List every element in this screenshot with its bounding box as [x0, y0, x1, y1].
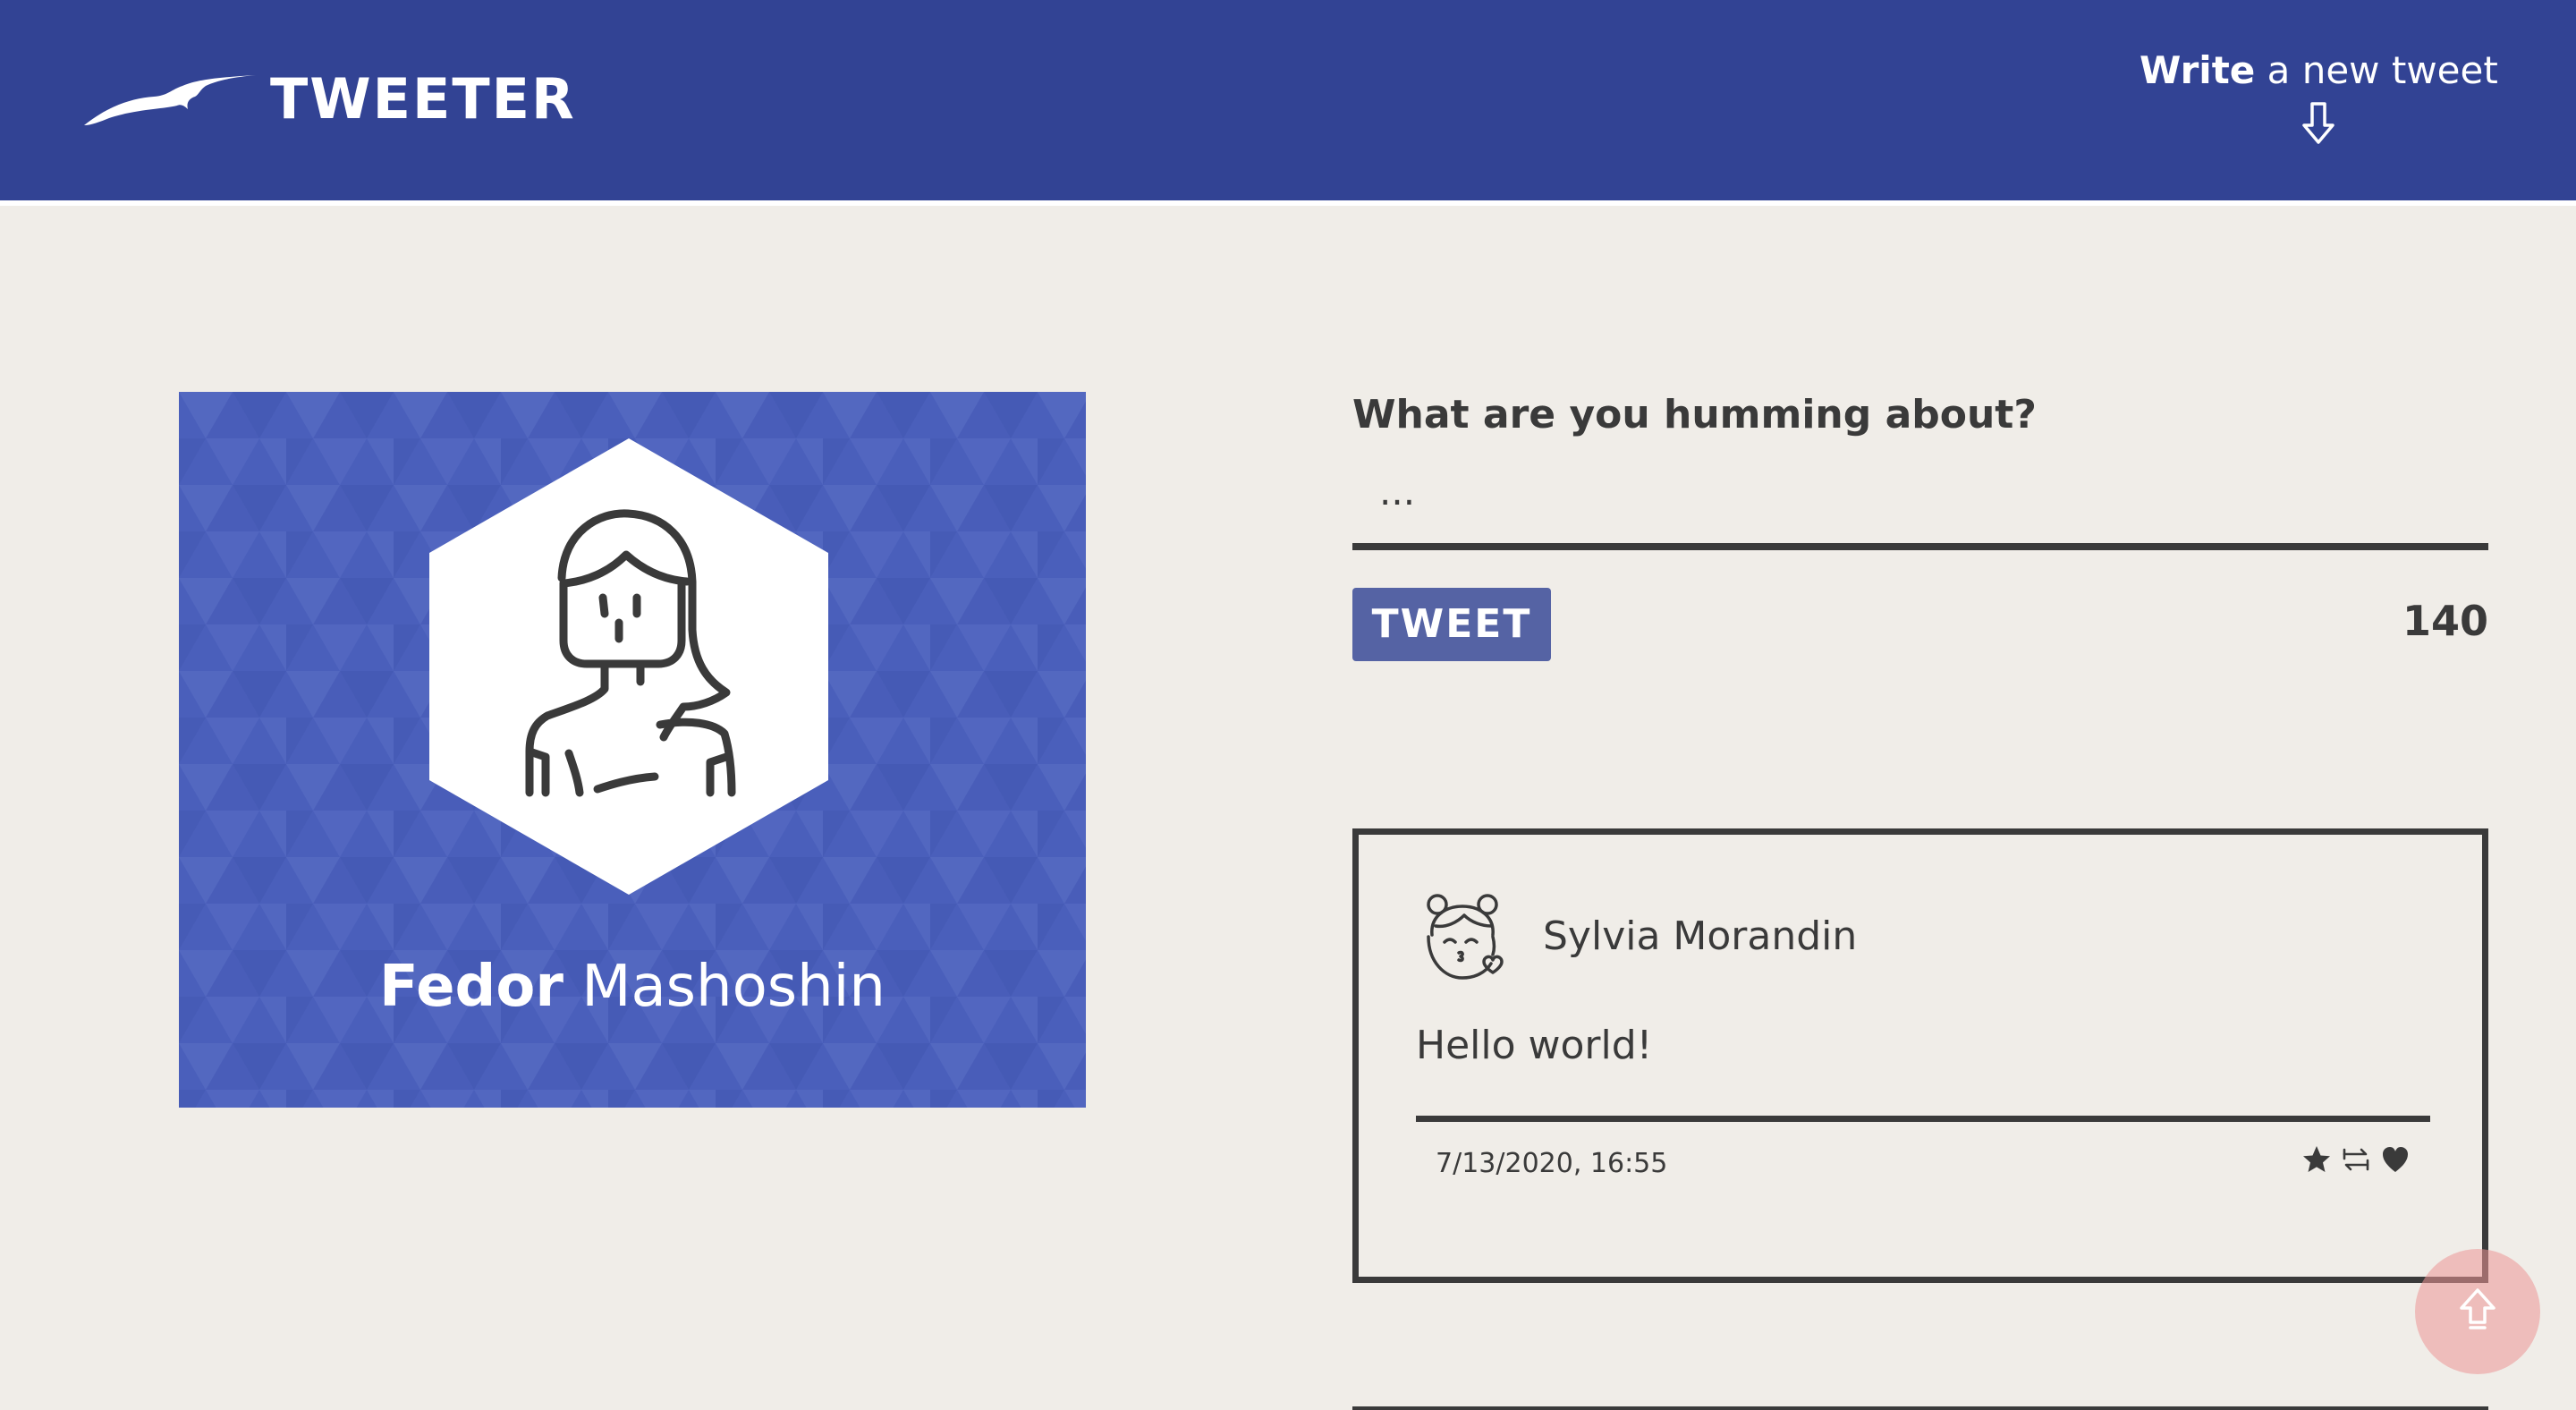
logo-link[interactable]: TWEETER: [82, 70, 576, 129]
tweet-input[interactable]: [1352, 465, 2488, 550]
retweet-icon[interactable]: [2341, 1144, 2371, 1175]
write-label-rest: a new tweet: [2255, 48, 2498, 92]
tweet-body: Hello world!: [1416, 1023, 1653, 1068]
write-label-bold: Write: [2140, 48, 2256, 92]
profile-name: Fedor Mashoshin: [179, 954, 1086, 1020]
compose-actions: TWEET 140: [1352, 587, 2488, 661]
top-header: TWEETER Write a new tweet: [0, 0, 2576, 206]
logo-text: TWEETER: [270, 66, 576, 132]
tweet-divider: [1416, 1116, 2430, 1122]
tweet-button[interactable]: TWEET: [1352, 587, 1551, 661]
star-icon[interactable]: [2301, 1144, 2332, 1175]
write-new-tweet-toggle[interactable]: Write a new tweet: [2140, 48, 2498, 147]
bottom-divider: [1352, 1406, 2488, 1410]
heart-icon[interactable]: [2380, 1144, 2411, 1175]
profile-last-name: Mashoshin: [563, 954, 886, 1020]
bird-icon: [84, 75, 256, 125]
profile-card: Fedor Mashoshin: [179, 392, 1086, 1108]
author-avatar-icon: [1427, 894, 1504, 980]
scroll-to-top-button[interactable]: [2415, 1249, 2540, 1374]
arrow-up-icon: [2460, 1288, 2496, 1329]
tweet-author: Sylvia Morandin: [1543, 913, 1858, 959]
profile-avatar: [429, 438, 828, 895]
write-new-tweet-label: Write a new tweet: [2140, 48, 2498, 92]
tweet-card: Sylvia Morandin Hello world! 7/13/2020, …: [1352, 828, 2488, 1283]
compose-section: What are you humming about? TWEET 140: [1352, 392, 2488, 661]
profile-first-name: Fedor: [379, 954, 564, 1020]
tweet-timestamp: 7/13/2020, 16:55: [1436, 1148, 1668, 1179]
arrow-down-icon: [2302, 102, 2334, 144]
compose-heading: What are you humming about?: [1352, 392, 2037, 437]
tweet-actions: [2301, 1144, 2411, 1175]
char-counter: 140: [2402, 596, 2488, 645]
